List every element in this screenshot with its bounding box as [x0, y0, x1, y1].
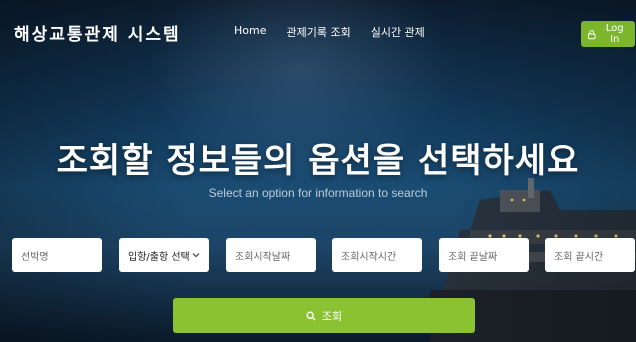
chevron-down-icon	[192, 253, 200, 258]
login-button[interactable]: Log In	[581, 21, 635, 47]
hero-subtitle: Select an option for information to sear…	[208, 186, 428, 200]
search-button-label: 조회	[321, 309, 343, 323]
direction-select-value: 입항/출항 선택	[128, 251, 190, 263]
nav-record-search[interactable]: 관제기록 조회	[286, 24, 350, 40]
ship-name-input[interactable]: 선박명	[12, 238, 102, 272]
start-time-placeholder: 조회시작시간	[341, 251, 397, 263]
nav-home[interactable]: Home	[234, 24, 266, 40]
search-icon	[306, 310, 316, 321]
login-label: Log In	[605, 23, 624, 45]
nav-realtime-control[interactable]: 실시간 관제	[371, 24, 425, 40]
end-date-input[interactable]: 조회 끝날짜	[439, 238, 529, 272]
brand-title: 해상교통관제 시스템	[14, 25, 181, 45]
lock-icon	[587, 29, 596, 39]
ship-name-placeholder: 선박명	[21, 251, 49, 263]
top-navbar: 해상교통관제 시스템 Home 관제기록 조회 실시간 관제 Log In	[0, 0, 636, 64]
hero-title: 조회할 정보들의 옵션을 선택하세요	[56, 141, 580, 181]
start-time-input[interactable]: 조회시작시간	[332, 238, 422, 272]
direction-select[interactable]: 입항/출항 선택	[119, 238, 209, 272]
end-date-placeholder: 조회 끝날짜	[448, 251, 498, 263]
start-date-placeholder: 조회시작날짜	[235, 251, 291, 263]
start-date-input[interactable]: 조회시작날짜	[226, 238, 316, 272]
end-time-placeholder: 조회 끝시간	[554, 251, 604, 263]
end-time-input[interactable]: 조회 끝시간	[545, 238, 635, 272]
search-button[interactable]: 조회	[173, 298, 475, 333]
main-nav: Home 관제기록 조회 실시간 관제	[234, 24, 425, 40]
